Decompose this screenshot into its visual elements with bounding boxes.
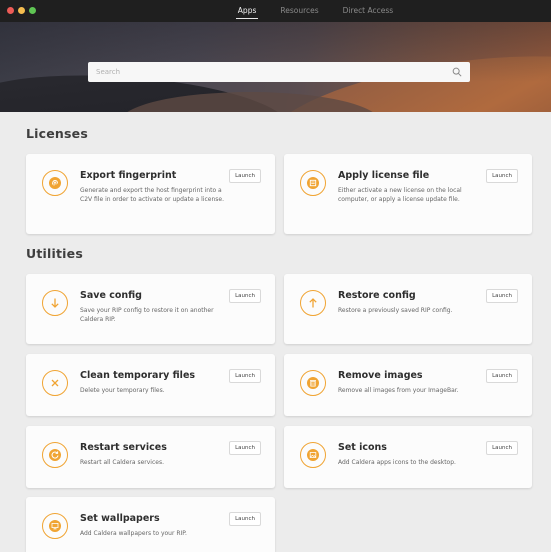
launch-button[interactable]: Launch (229, 169, 261, 183)
launch-button[interactable]: Launch (486, 369, 518, 383)
search-icon[interactable] (452, 67, 462, 77)
card-description: Add Caldera wallpapers to your RIP. (80, 530, 187, 537)
fingerprint-icon (42, 170, 68, 196)
trash-icon (300, 370, 326, 396)
card-save-config: Save config Save your RIP config to rest… (26, 274, 275, 344)
card-description: Restart all Caldera services. (80, 459, 164, 466)
card-description: Delete your temporary files. (80, 387, 165, 394)
card-title: Set wallpapers (80, 513, 160, 524)
card-export-fingerprint: Export fingerprint Generate and export t… (26, 154, 275, 234)
launch-button[interactable]: Launch (486, 169, 518, 183)
arrow-down-icon (42, 290, 68, 316)
search-bar (88, 62, 470, 82)
launch-button[interactable]: Launch (229, 369, 261, 383)
card-restore-config: Restore config Restore a previously save… (284, 274, 532, 344)
tab-apps[interactable]: Apps (235, 0, 258, 22)
card-remove-images: Remove images Remove all images from you… (284, 354, 532, 416)
card-clean-temporary-files: Clean temporary files Delete your tempor… (26, 354, 275, 416)
monitor-icon (42, 513, 68, 539)
card-title: Restore config (338, 290, 416, 301)
card-set-wallpapers: Set wallpapers Add Caldera wallpapers to… (26, 497, 275, 552)
search-input[interactable] (96, 68, 452, 76)
utilities-heading: Utilities (26, 246, 83, 261)
card-description: Save your RIP config to restore it on an… (80, 307, 214, 323)
card-description: Remove all images from your ImageBar. (338, 387, 459, 394)
launch-button[interactable]: Launch (486, 289, 518, 303)
card-title: Save config (80, 290, 142, 301)
card-restart-services: Restart services Restart all Caldera ser… (26, 426, 275, 488)
launch-button[interactable]: Launch (229, 441, 261, 455)
launch-button[interactable]: Launch (486, 441, 518, 455)
card-description: Either activate a new license on the loc… (338, 187, 462, 203)
card-description: Add Caldera apps icons to the desktop. (338, 459, 456, 466)
card-title: Clean temporary files (80, 370, 196, 381)
card-title: Set icons (338, 442, 387, 453)
card-title: Restart services (80, 442, 167, 453)
card-title: Remove images (338, 370, 423, 381)
license-file-icon (300, 170, 326, 196)
arrow-up-icon (300, 290, 326, 316)
tab-resources[interactable]: Resources (280, 0, 318, 22)
launch-button[interactable]: Launch (229, 512, 261, 526)
top-tabs: Apps Resources Direct Access (0, 0, 551, 22)
launch-button[interactable]: Launch (229, 289, 261, 303)
restart-icon (42, 442, 68, 468)
card-apply-license-file: Apply license file Either activate a new… (284, 154, 532, 234)
card-title: Export fingerprint (80, 170, 177, 181)
licenses-heading: Licenses (26, 126, 88, 141)
card-set-icons: Set icons Add Caldera apps icons to the … (284, 426, 532, 488)
window-titlebar: Apps Resources Direct Access (0, 0, 551, 22)
image-icon (300, 442, 326, 468)
card-title: Apply license file (338, 170, 430, 181)
card-description: Restore a previously saved RIP config. (338, 307, 453, 314)
tab-direct-access[interactable]: Direct Access (343, 0, 394, 22)
card-description: Generate and export the host fingerprint… (80, 187, 224, 203)
close-icon (42, 370, 68, 396)
